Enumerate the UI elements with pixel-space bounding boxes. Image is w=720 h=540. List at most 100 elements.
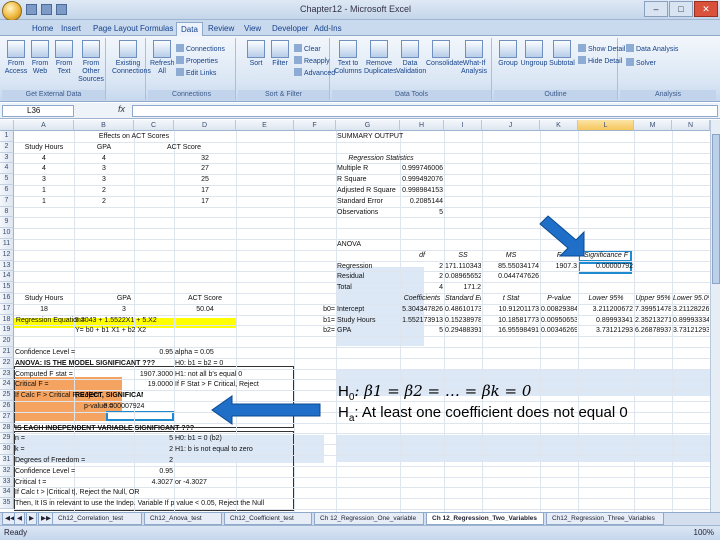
hide-detail-button[interactable]: Hide Detail [578, 56, 622, 66]
solver-icon [626, 58, 634, 66]
scroll-thumb[interactable] [712, 134, 720, 284]
clear-icon [294, 44, 302, 52]
group-label: Connections [148, 90, 235, 100]
fx-icon[interactable]: fx [118, 104, 125, 114]
group-label: Outline [494, 90, 617, 100]
alternative-hypothesis: Ha: At least one coefficient does not eq… [338, 404, 628, 424]
text-to-columns-button[interactable]: Text to Columns [334, 40, 362, 76]
title-bar: Chapter12 - Microsoft Excel – □ ✕ [0, 0, 720, 21]
sheet-tab[interactable]: Ch12_Correlation_test [52, 513, 142, 525]
group-label: Analysis [620, 90, 716, 100]
tab-page-layout[interactable]: Page Layout [89, 22, 142, 36]
tab-data[interactable]: Data [176, 22, 203, 36]
group-existing-connections: Existing Connections [108, 38, 151, 100]
text-icon [55, 40, 73, 58]
name-box[interactable]: L36 [2, 105, 74, 117]
connections-small-icon [176, 44, 184, 52]
group-analysis: Data Analysis Solver Analysis [620, 38, 716, 100]
tab-home[interactable]: Home [28, 22, 57, 36]
existing-connections-button[interactable]: Existing Connections [112, 40, 151, 76]
sheet-tab[interactable]: Ch 12_Regression_One_variable [314, 513, 424, 525]
group-get-external-data: From Access From Web From Text From Othe… [2, 38, 106, 100]
web-icon [31, 40, 49, 58]
consolidate-icon [432, 40, 450, 58]
window-title: Chapter12 - Microsoft Excel [300, 4, 412, 14]
from-other-sources-button[interactable]: From Other Sources [76, 40, 106, 84]
close-button[interactable]: ✕ [694, 1, 718, 17]
h-label: H [338, 404, 349, 421]
filter-button[interactable]: Filter [268, 40, 292, 68]
reapply-icon [294, 56, 302, 64]
solver-button[interactable]: Solver [626, 58, 656, 68]
office-button[interactable] [2, 1, 22, 21]
sheet-tab-bar: ◀◀ ◀ ▶ ▶▶ Ch12_Correlation_test Ch12_Anova_te… [0, 512, 720, 525]
arrow-to-significance-f-icon [539, 215, 585, 257]
ribbon-tab-row: Home Insert Page Layout Formulas Data Re… [0, 20, 720, 36]
sheet-nav-button[interactable]: ▶ [26, 513, 37, 525]
subtotal-button[interactable]: Subtotal [548, 40, 576, 68]
show-detail-button[interactable]: Show Detail [578, 44, 625, 54]
advanced-button[interactable]: Advanced [294, 68, 335, 78]
advanced-icon [294, 68, 302, 76]
arrow-to-reject-icon [211, 395, 321, 425]
clear-button[interactable]: Clear [294, 44, 321, 54]
tab-developer[interactable]: Developer [268, 22, 312, 36]
connections-button[interactable]: Connections [176, 44, 225, 54]
from-text-button[interactable]: From Text [52, 40, 76, 76]
worksheet-grid[interactable]: A B C D E F G H I J K L M N 1 2 3 4 5 6 7 8 9 10 11 12 13 14 15 16 17 1… [0, 120, 720, 512]
status-bar: Ready 100% [0, 525, 720, 540]
group-data-tools: Text to Columns Remove Duplicates Data V… [332, 38, 492, 100]
group-label: Sort & Filter [238, 90, 329, 100]
tab-review[interactable]: Review [204, 22, 238, 36]
maximize-button[interactable]: □ [669, 1, 693, 17]
remove-duplicates-icon [370, 40, 388, 58]
tab-add-ins[interactable]: Add-Ins [310, 22, 346, 36]
sheet-tab[interactable]: Ch12_Coefficient_test [224, 513, 312, 525]
formula-input[interactable] [132, 105, 718, 117]
group-button[interactable]: Group [496, 40, 520, 68]
consolidate-button[interactable]: Consolidate [426, 40, 463, 68]
h-label: H [338, 383, 349, 400]
data-validation-button[interactable]: Data Validation [396, 40, 426, 76]
sheet-tab[interactable]: Ch 12_Regression_Two_Variables [426, 513, 544, 525]
edit-links-icon [176, 68, 184, 76]
from-access-button[interactable]: From Access [4, 40, 28, 76]
access-icon [7, 40, 25, 58]
group-label: Get External Data [2, 90, 105, 100]
refresh-icon [153, 40, 171, 58]
hide-detail-icon [578, 56, 586, 64]
annotation-arrows [211, 215, 585, 425]
sheet-tab[interactable]: Ch12_Anova_test [144, 513, 222, 525]
zoom-level[interactable]: 100% [694, 528, 714, 537]
save-icon[interactable] [26, 4, 37, 15]
group-connections: Refresh All Connections Properties Edit … [148, 38, 236, 100]
reapply-button[interactable]: Reapply [294, 56, 330, 66]
minimize-button[interactable]: – [644, 1, 668, 17]
vertical-scrollbar[interactable] [710, 120, 720, 512]
show-detail-icon [578, 44, 586, 52]
refresh-all-button[interactable]: Refresh All [150, 40, 175, 76]
group-sort-filter: Sort Filter Clear Reapply Advanced Sort … [238, 38, 335, 100]
ungroup-button[interactable]: Ungroup [520, 40, 548, 68]
sort-icon [247, 40, 265, 58]
tab-formulas[interactable]: Formulas [136, 22, 177, 36]
undo-icon[interactable] [41, 4, 52, 15]
sheet-nav-button[interactable]: ◀ [14, 513, 25, 525]
sort-button[interactable]: Sort [244, 40, 268, 68]
what-if-analysis-button[interactable]: What-If Analysis [458, 40, 490, 76]
tab-view[interactable]: View [240, 22, 265, 36]
window-controls: – □ ✕ [644, 1, 718, 17]
group-icon [499, 40, 517, 58]
remove-duplicates-button[interactable]: Remove Duplicates [364, 40, 397, 76]
tab-insert[interactable]: Insert [57, 22, 85, 36]
properties-button[interactable]: Properties [176, 56, 218, 66]
connections-icon [119, 40, 137, 58]
subtotal-icon [553, 40, 571, 58]
sheet-tab[interactable]: Ch12_Regression_Three_Variables [546, 513, 664, 525]
from-web-button[interactable]: From Web [28, 40, 52, 76]
redo-icon[interactable] [56, 4, 67, 15]
ungroup-icon [525, 40, 543, 58]
data-analysis-button[interactable]: Data Analysis [626, 44, 678, 54]
edit-links-button[interactable]: Edit Links [176, 68, 216, 78]
status-text: Ready [4, 528, 28, 537]
